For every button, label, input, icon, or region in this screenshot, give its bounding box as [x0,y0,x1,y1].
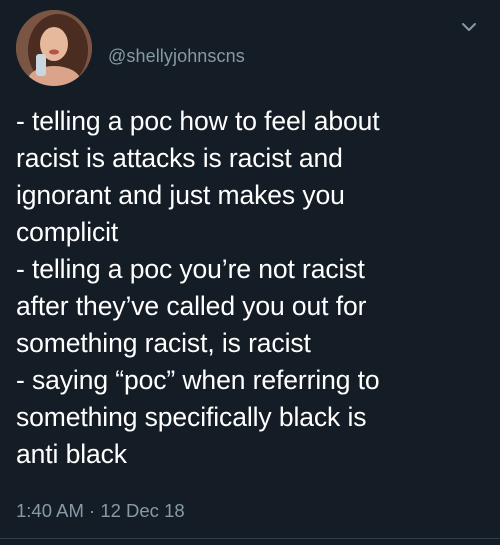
tweet-text: - telling a poc how to feel about racist… [16,106,380,469]
divider [0,538,500,539]
tweet-timestamp[interactable]: 1:40 AM · 12 Dec 18 [16,500,185,522]
avatar[interactable] [16,10,92,86]
avatar-image [16,10,92,86]
chevron-down-icon[interactable] [456,14,482,40]
user-handle[interactable]: @shellyjohnscns [108,46,245,67]
tweet-card: @shellyjohnscns - telling a poc how to f… [0,0,500,545]
